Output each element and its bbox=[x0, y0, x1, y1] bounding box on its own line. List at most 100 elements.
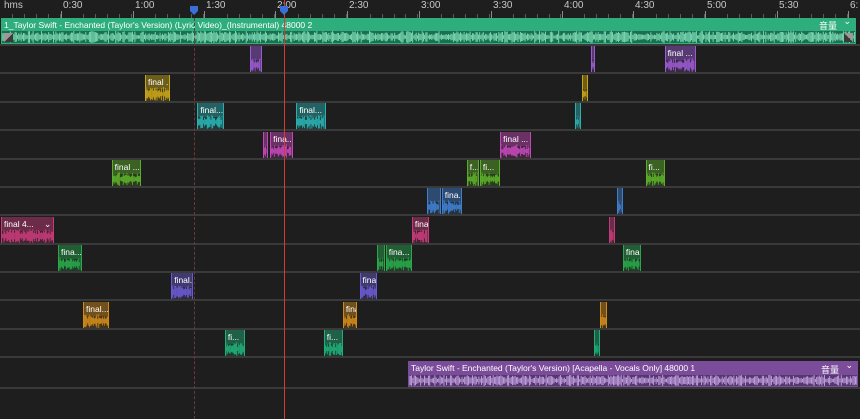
ruler-label: 5:00 bbox=[707, 0, 727, 11]
ruler-label: 3:30 bbox=[493, 0, 513, 11]
ruler-label: 3:00 bbox=[421, 0, 441, 11]
waveform bbox=[501, 144, 530, 158]
waveform bbox=[271, 144, 292, 158]
audio-clip[interactable]: final... bbox=[296, 103, 327, 129]
fade-handle-icon[interactable] bbox=[844, 33, 853, 42]
track-vocals[interactable]: Taylor Swift - Enchanted (Taylor's Versi… bbox=[0, 359, 860, 389]
time-ruler[interactable]: hms 0:30 1:00 1:30 2:00 2:30 3:00 3:30 4:00 4:30 5… bbox=[0, 0, 860, 18]
audio-clip[interactable] bbox=[600, 302, 608, 328]
track-instrumental[interactable]: 1_Taylor Swift - Enchanted (Taylor's Ver… bbox=[0, 18, 860, 46]
audio-clip[interactable] bbox=[594, 330, 601, 356]
fade-handle-icon[interactable] bbox=[4, 33, 13, 42]
in-point-marker-icon[interactable] bbox=[189, 6, 199, 16]
audio-clip[interactable]: fi... bbox=[323, 330, 343, 356]
track-6[interactable]: final ...f...fi...fi... bbox=[0, 160, 860, 188]
audio-clip[interactable]: fina... bbox=[622, 245, 641, 271]
timeline-tracks: 1_Taylor Swift - Enchanted (Taylor's Ver… bbox=[0, 18, 860, 419]
waveform bbox=[263, 144, 267, 158]
audio-clip[interactable]: fina... bbox=[359, 273, 378, 299]
audio-clip[interactable] bbox=[377, 245, 385, 271]
instrumental-clip[interactable]: 1_Taylor Swift - Enchanted (Taylor's Ver… bbox=[1, 18, 856, 44]
track-4[interactable]: final... final... bbox=[0, 103, 860, 131]
audio-clip[interactable] bbox=[582, 75, 589, 101]
track-7[interactable]: fina... bbox=[0, 188, 860, 216]
ruler-major-tick bbox=[848, 11, 849, 18]
audio-clip[interactable]: final... bbox=[83, 302, 110, 328]
ruler-label: 6: bbox=[850, 0, 859, 11]
audio-clip[interactable]: fi... bbox=[645, 160, 665, 186]
audio-clip[interactable] bbox=[575, 103, 582, 129]
audio-clip[interactable] bbox=[427, 188, 441, 214]
track-8[interactable]: final 4...⌄ final ... bbox=[0, 217, 860, 245]
waveform bbox=[601, 314, 607, 328]
audio-clip[interactable]: fi... bbox=[479, 160, 501, 186]
waveform bbox=[609, 229, 614, 243]
waveform bbox=[2, 229, 54, 243]
track-9[interactable]: fina... fina... fina... bbox=[0, 245, 860, 273]
audio-clip[interactable]: final ... bbox=[145, 75, 171, 101]
audio-clip[interactable]: fi... bbox=[224, 330, 246, 356]
audio-clip[interactable]: fina... bbox=[270, 132, 293, 158]
track-3[interactable]: final ... bbox=[0, 75, 860, 103]
audio-clip[interactable]: final ... bbox=[411, 217, 429, 243]
track-2[interactable]: final ... bbox=[0, 46, 860, 74]
waveform bbox=[360, 285, 376, 299]
track-10[interactable]: final... fina... bbox=[0, 273, 860, 301]
ruler-major-tick bbox=[633, 11, 634, 18]
ruler-major-tick bbox=[419, 11, 420, 18]
audio-clip[interactable] bbox=[249, 46, 262, 72]
audio-clip[interactable] bbox=[616, 188, 623, 214]
waveform bbox=[225, 342, 245, 356]
vocals-clip[interactable]: Taylor Swift - Enchanted (Taylor's Versi… bbox=[408, 361, 858, 387]
ruler-label: hms bbox=[4, 0, 23, 11]
chevron-down-icon[interactable]: ⌄ bbox=[843, 19, 851, 27]
waveform bbox=[665, 58, 695, 72]
ruler-label: 2:30 bbox=[349, 0, 369, 11]
waveform bbox=[324, 342, 342, 356]
audio-clip[interactable]: fina... bbox=[58, 245, 82, 271]
audio-clip[interactable]: final ... bbox=[664, 46, 696, 72]
ruler-major-tick bbox=[705, 11, 706, 18]
audio-clip[interactable]: final 4... ⌄ bbox=[1, 217, 55, 243]
waveform bbox=[59, 257, 81, 271]
ruler-major-tick bbox=[491, 11, 492, 18]
audio-clip[interactable]: fina... bbox=[441, 188, 462, 214]
in-point-line bbox=[193, 18, 195, 419]
waveform bbox=[378, 257, 384, 271]
instrumental-clip-title: 1_Taylor Swift - Enchanted (Taylor's Ver… bbox=[2, 19, 855, 31]
ruler-major-tick bbox=[562, 11, 563, 18]
audio-clip[interactable]: fina... bbox=[385, 245, 412, 271]
track-5[interactable]: fina... final ... bbox=[0, 132, 860, 160]
waveform bbox=[386, 257, 411, 271]
waveform bbox=[172, 285, 192, 299]
audio-clip[interactable]: f... bbox=[466, 160, 479, 186]
waveform bbox=[591, 59, 595, 71]
waveform bbox=[623, 257, 640, 271]
track-11[interactable]: final... fina... bbox=[0, 302, 860, 330]
ruler-label: 5:30 bbox=[779, 0, 799, 11]
waveform bbox=[583, 88, 587, 100]
track-12[interactable]: fi... fi... bbox=[0, 330, 860, 358]
audio-clip[interactable]: final ... bbox=[111, 160, 142, 186]
audio-clip[interactable]: fina... bbox=[342, 302, 358, 328]
audio-clip[interactable]: final ... bbox=[500, 132, 532, 158]
waveform bbox=[576, 115, 580, 129]
ruler-major-tick bbox=[61, 11, 62, 18]
audio-clip[interactable] bbox=[262, 132, 268, 158]
audio-clip[interactable]: final... bbox=[171, 273, 193, 299]
waveform bbox=[617, 200, 622, 214]
audio-clip[interactable] bbox=[590, 46, 596, 72]
chevron-down-icon[interactable]: ⌄ bbox=[845, 362, 853, 371]
waveform bbox=[250, 58, 261, 72]
waveform bbox=[442, 200, 461, 214]
audio-clip[interactable] bbox=[608, 217, 615, 243]
waveform bbox=[297, 115, 325, 129]
ruler-label: 4:00 bbox=[564, 0, 584, 11]
playhead-handle-icon[interactable] bbox=[279, 6, 289, 16]
audio-clip[interactable]: final... bbox=[197, 103, 224, 129]
ruler-major-tick bbox=[204, 11, 205, 18]
playhead-line[interactable] bbox=[284, 0, 286, 419]
waveform bbox=[467, 172, 478, 186]
waveform bbox=[480, 172, 500, 186]
ruler-label: 0:30 bbox=[63, 0, 83, 11]
